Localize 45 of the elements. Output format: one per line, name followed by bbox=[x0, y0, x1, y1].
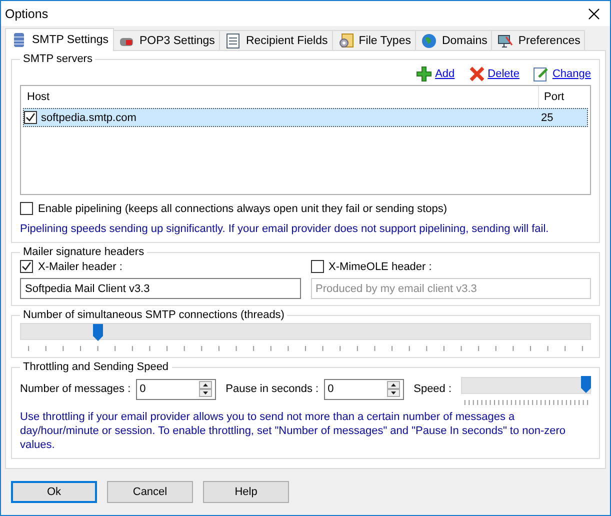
field-label: Number of messages : bbox=[20, 383, 131, 395]
field-label: Pause in seconds : bbox=[226, 383, 319, 395]
delete-icon bbox=[468, 66, 485, 82]
table-cell-text: 25 bbox=[541, 112, 554, 124]
checkbox-label: X-MimeOLE header : bbox=[328, 260, 432, 272]
tab[interactable]: File Types bbox=[332, 30, 416, 50]
tab[interactable]: Recipient Fields bbox=[218, 30, 333, 50]
group-title: SMTP servers bbox=[22, 53, 94, 65]
table-cell-text: softpedia.smtp.com bbox=[41, 112, 138, 124]
slider-thumb[interactable] bbox=[92, 324, 103, 341]
action-link[interactable]: Add bbox=[416, 66, 455, 82]
checkbox[interactable] bbox=[20, 202, 33, 215]
field-label: Speed : bbox=[414, 383, 452, 395]
window-title: Options bbox=[5, 6, 48, 20]
checkbox-label: X-Mailer header : bbox=[38, 260, 122, 272]
server-row[interactable]: softpedia.smtp.com 25 bbox=[23, 108, 588, 127]
speed-slider[interactable] bbox=[460, 375, 591, 403]
group-title: Throttling and Sending Speed bbox=[22, 361, 170, 373]
checkbox-label: Enable pipelining (keeps all connections always open unit they fail or sending stops) bbox=[38, 202, 448, 214]
slider-thumb[interactable] bbox=[581, 376, 591, 393]
group-title: Mailer signature headers bbox=[22, 246, 146, 258]
tab[interactable]: Preferences bbox=[491, 30, 586, 50]
dialog-button[interactable]: Cancel bbox=[107, 481, 193, 503]
database-icon bbox=[11, 32, 27, 48]
dialog-button[interactable]: Ok bbox=[11, 481, 97, 503]
dialog-button[interactable]: Help bbox=[203, 481, 289, 503]
globe-icon bbox=[420, 32, 437, 48]
number-field[interactable]: 0 bbox=[136, 378, 216, 400]
number-field[interactable]: 0 bbox=[324, 378, 404, 400]
tab[interactable]: SMTP Settings bbox=[5, 28, 114, 51]
group-title: Number of simultaneous SMTP connections (threads) bbox=[22, 309, 286, 321]
monitor-icon bbox=[497, 32, 514, 48]
tab[interactable]: Domains bbox=[414, 30, 492, 50]
checkbox[interactable] bbox=[24, 111, 37, 124]
edit-icon bbox=[533, 66, 550, 82]
input-field[interactable]: Softpedia Mail Client v3.3 bbox=[20, 278, 300, 299]
column-header[interactable]: Port bbox=[539, 86, 590, 108]
slider[interactable] bbox=[20, 323, 591, 351]
plus-icon bbox=[416, 66, 432, 82]
checkbox[interactable] bbox=[20, 260, 33, 273]
action-link[interactable]: Change bbox=[533, 66, 591, 82]
info-text: Pipelining speeds sending up significantly. If your email provider does not support pipelining, sending will fail. bbox=[20, 222, 550, 236]
close-icon[interactable] bbox=[588, 8, 600, 20]
action-link[interactable]: Delete bbox=[468, 66, 520, 82]
info-text: Use throttling if your email provider allows you to send not more than a certain number of messages a day/hour/minute or session. To enable throttling, set "Number of messages" and "Pause In seconds" to non-zero values. bbox=[20, 410, 567, 452]
